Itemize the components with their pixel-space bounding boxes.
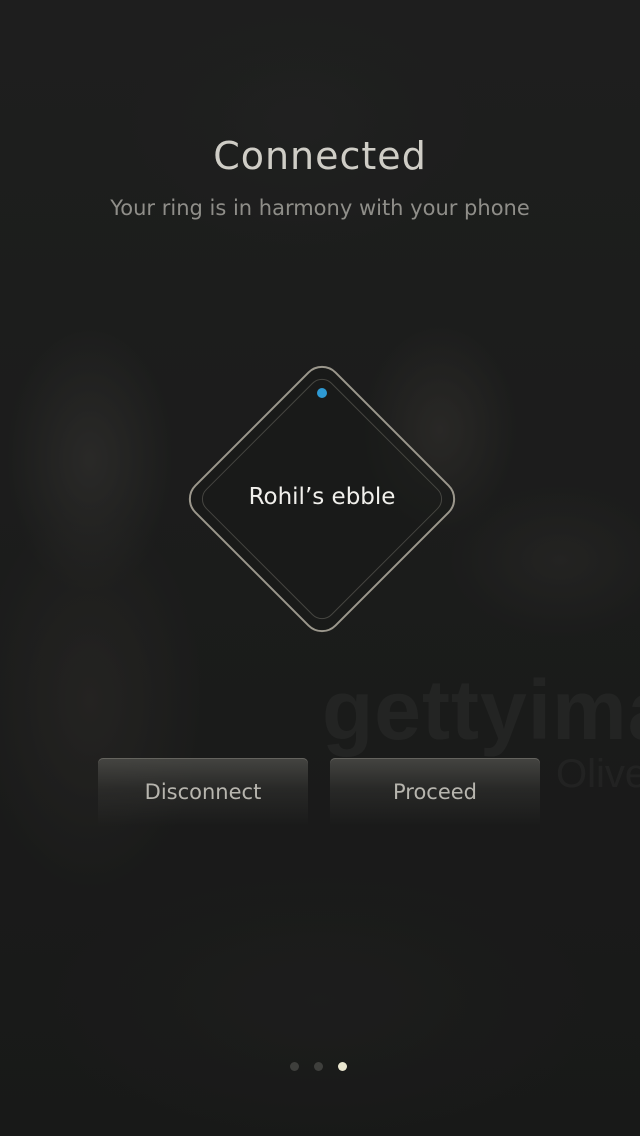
page-dot-2[interactable] [314, 1062, 323, 1071]
device-name: Rohil’s ebble [248, 484, 396, 510]
connected-screen: gettyimages Olive Connected Your ring is… [0, 0, 640, 1136]
page-title: Connected [213, 134, 427, 178]
watermark-credit: Olive [556, 752, 640, 797]
proceed-button[interactable]: Proceed [330, 758, 540, 826]
connection-status-dot-icon [317, 388, 327, 398]
page-dot-3[interactable] [338, 1062, 347, 1071]
page-subtitle: Your ring is in harmony with your phone [110, 196, 530, 220]
watermark-brand: gettyimages [322, 662, 640, 759]
disconnect-button[interactable]: Disconnect [98, 758, 308, 826]
page-dot-1[interactable] [290, 1062, 299, 1071]
page-indicator [290, 1062, 350, 1072]
